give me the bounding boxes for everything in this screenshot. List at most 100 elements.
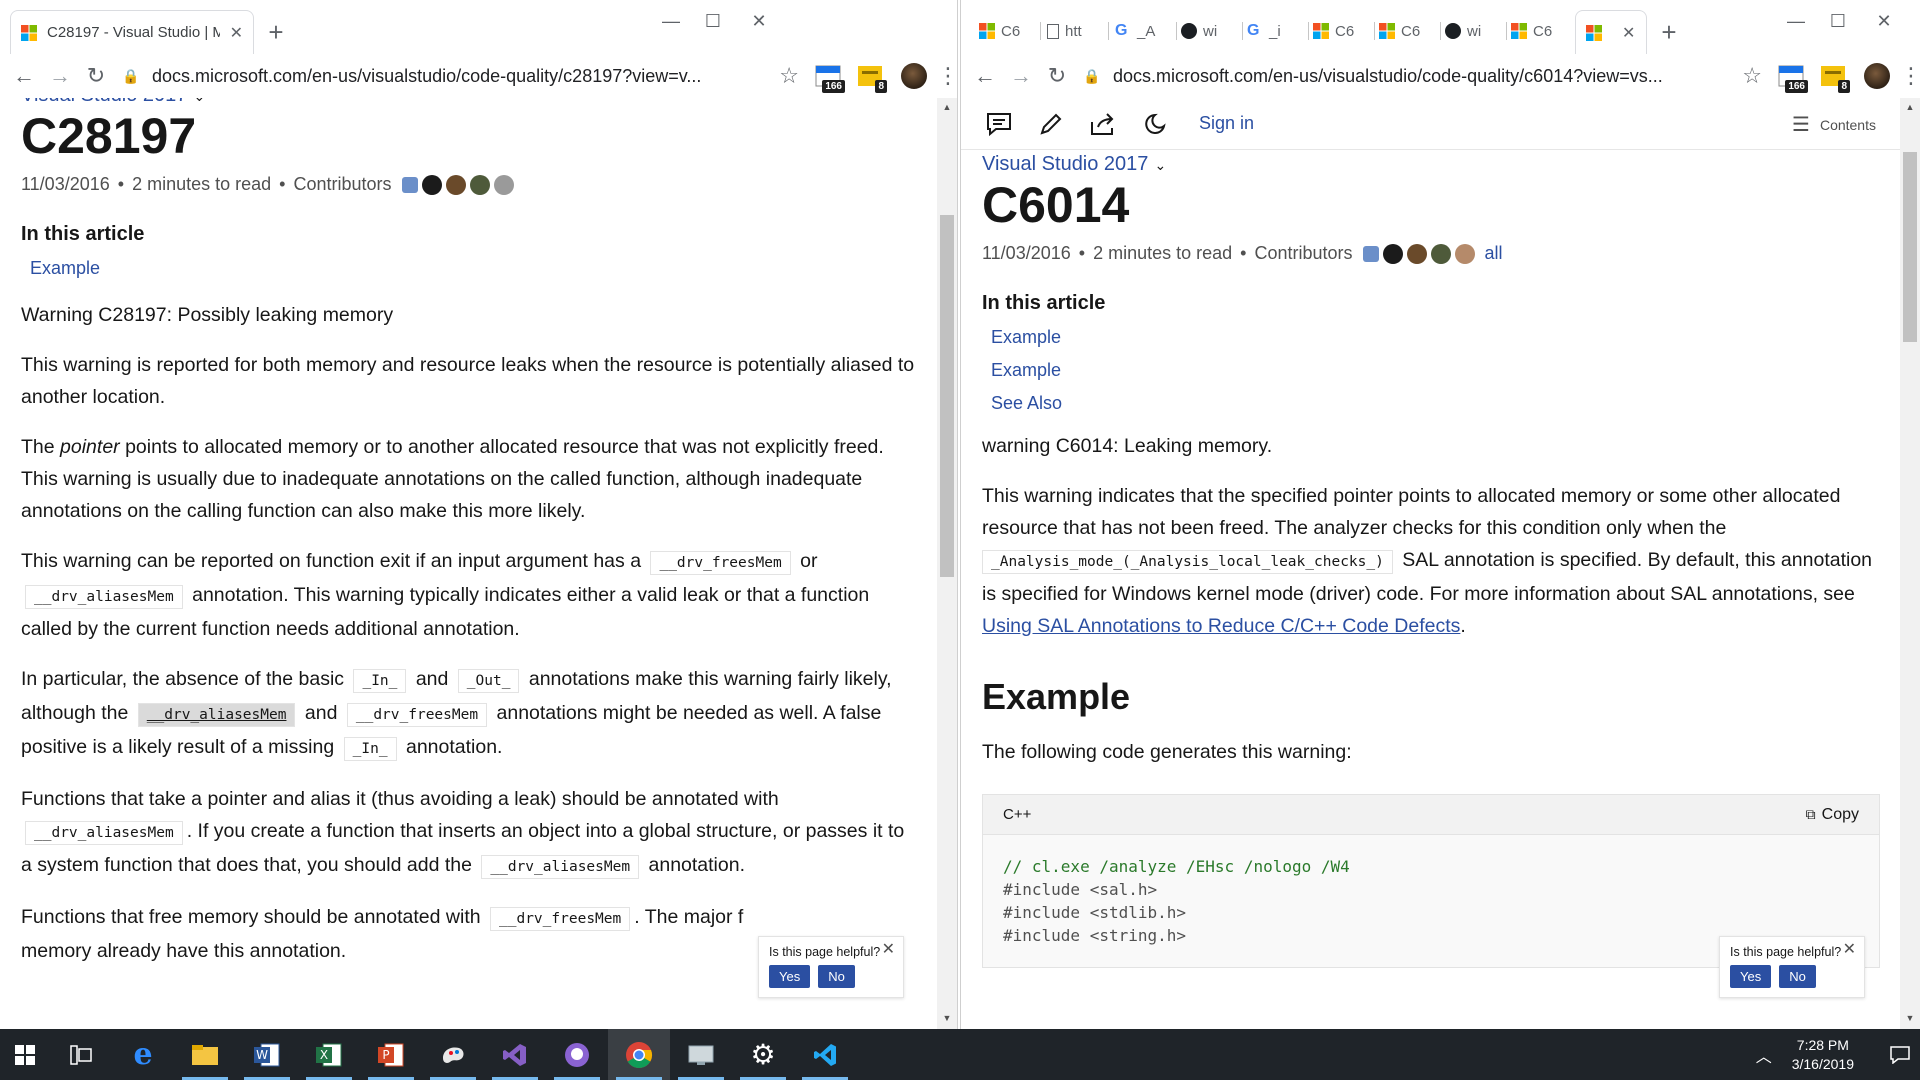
avatar[interactable] bbox=[1430, 243, 1451, 264]
excel-icon[interactable]: X bbox=[298, 1029, 360, 1080]
feedback-comment-icon[interactable] bbox=[983, 108, 1015, 140]
visual-studio-icon[interactable] bbox=[484, 1029, 546, 1080]
tab-1[interactable]: C6 bbox=[979, 16, 1041, 46]
sal-annotations-link[interactable]: Using SAL Annotations to Reduce C/C++ Co… bbox=[982, 615, 1460, 637]
toc-link-example[interactable]: Example bbox=[991, 327, 1880, 348]
product-selector[interactable]: Visual Studio 2017 ⌄ bbox=[21, 98, 917, 107]
close-window-button[interactable]: ✕ bbox=[736, 6, 782, 36]
bookmark-star-icon[interactable]: ☆ bbox=[779, 63, 799, 89]
clock[interactable]: 7:28 PM 3/16/2019 bbox=[1792, 1036, 1854, 1074]
edge-icon[interactable]: e bbox=[112, 1029, 174, 1080]
new-tab-button[interactable]: + bbox=[1653, 16, 1685, 48]
feedback-yes-button[interactable]: Yes bbox=[769, 965, 811, 988]
tab-9[interactable]: C6 bbox=[1511, 16, 1573, 46]
chrome-menu-icon[interactable]: ⋮ bbox=[1900, 63, 1920, 89]
minimize-button[interactable]: — bbox=[1773, 6, 1819, 36]
tab-6[interactable]: C6 bbox=[1313, 16, 1375, 46]
chevron-up-icon[interactable]: ︿ bbox=[1756, 1043, 1772, 1067]
word-icon[interactable]: W bbox=[236, 1029, 298, 1080]
scrollbar-thumb[interactable] bbox=[940, 215, 954, 577]
address-bar[interactable]: 🔒 docs.microsoft.com/en-us/visualstudio/… bbox=[1075, 58, 1770, 94]
close-tab-icon[interactable]: ✕ bbox=[1622, 23, 1635, 43]
settings-gear-icon[interactable]: ⚙ bbox=[732, 1029, 794, 1080]
notifications-icon[interactable] bbox=[1880, 1045, 1920, 1064]
toc-link-example-2[interactable]: Example bbox=[991, 360, 1880, 381]
avatar[interactable] bbox=[1362, 245, 1379, 262]
close-feedback-icon[interactable]: ✕ bbox=[1843, 939, 1856, 959]
minimize-button[interactable]: — bbox=[648, 6, 694, 36]
share-icon[interactable] bbox=[1087, 108, 1119, 140]
tab-7[interactable]: C6 bbox=[1379, 16, 1441, 46]
profile-avatar[interactable] bbox=[901, 63, 927, 89]
new-tab-button[interactable]: + bbox=[260, 16, 292, 48]
tab-2[interactable]: htt bbox=[1047, 16, 1109, 46]
scroll-up-arrow-icon[interactable]: ▲ bbox=[937, 102, 957, 116]
left-toolbar: ← → ↻ 🔒 docs.microsoft.com/en-us/visuals… bbox=[0, 56, 957, 96]
avatar[interactable] bbox=[1382, 243, 1403, 264]
avatar[interactable] bbox=[493, 174, 514, 195]
feedback-no-button[interactable]: No bbox=[1779, 965, 1816, 988]
tab-5[interactable]: G _i bbox=[1247, 16, 1309, 46]
text-span: This warning can be reported on function… bbox=[21, 550, 642, 572]
remote-desktop-icon[interactable] bbox=[670, 1029, 732, 1080]
close-feedback-icon[interactable]: ✕ bbox=[882, 939, 895, 959]
start-button[interactable] bbox=[0, 1029, 50, 1080]
notes-extension-icon[interactable]: 8 bbox=[1818, 61, 1850, 93]
paint-3d-icon[interactable] bbox=[422, 1029, 484, 1080]
tab-3[interactable]: G _A bbox=[1115, 16, 1177, 46]
calendar-extension-icon[interactable]: 166 bbox=[1776, 61, 1808, 93]
reload-icon[interactable]: ↻ bbox=[78, 58, 114, 94]
scroll-down-arrow-icon[interactable]: ▼ bbox=[937, 1013, 957, 1027]
toc-link-see-also[interactable]: See Also bbox=[991, 393, 1880, 414]
all-contributors-link[interactable]: all bbox=[1485, 243, 1503, 264]
profile-avatar[interactable] bbox=[1864, 63, 1890, 89]
close-window-button[interactable]: ✕ bbox=[1861, 6, 1907, 36]
scroll-up-arrow-icon[interactable]: ▲ bbox=[1900, 102, 1920, 116]
back-icon[interactable]: ← bbox=[6, 58, 42, 94]
calendar-extension-icon[interactable]: 166 bbox=[813, 61, 845, 93]
forward-icon[interactable]: → bbox=[1003, 58, 1039, 94]
maximize-button[interactable]: ☐ bbox=[690, 6, 736, 36]
scroll-down-arrow-icon[interactable]: ▼ bbox=[1900, 1013, 1920, 1027]
text-span: annotation. bbox=[405, 736, 503, 758]
address-bar[interactable]: 🔒 docs.microsoft.com/en-us/visualstudio/… bbox=[114, 58, 807, 94]
avatar[interactable] bbox=[421, 174, 442, 195]
tab-4[interactable]: wi bbox=[1181, 16, 1243, 46]
reload-icon[interactable]: ↻ bbox=[1039, 58, 1075, 94]
github-desktop-icon[interactable] bbox=[546, 1029, 608, 1080]
notes-extension-icon[interactable]: 8 bbox=[855, 61, 887, 93]
edit-pencil-icon[interactable] bbox=[1035, 108, 1067, 140]
left-scrollbar[interactable]: ▲ ▼ bbox=[937, 98, 957, 1029]
avatar[interactable] bbox=[469, 174, 490, 195]
product-selector[interactable]: Visual Studio 2017 ⌄ bbox=[982, 153, 1880, 176]
scrollbar-thumb[interactable] bbox=[1903, 152, 1917, 342]
avatar[interactable] bbox=[445, 174, 466, 195]
avatar[interactable] bbox=[401, 176, 418, 193]
close-tab-icon[interactable]: ✕ bbox=[230, 23, 243, 43]
copy-button[interactable]: ⧉ Copy bbox=[1806, 806, 1859, 824]
toc-link-example[interactable]: Example bbox=[30, 258, 917, 279]
avatar[interactable] bbox=[1454, 243, 1475, 264]
powerpoint-icon[interactable]: P bbox=[360, 1029, 422, 1080]
file-explorer-icon[interactable] bbox=[174, 1029, 236, 1080]
left-active-tab[interactable]: C28197 - Visual Studio | Microsoft ✕ bbox=[10, 10, 254, 54]
right-scrollbar[interactable]: ▲ ▼ bbox=[1900, 98, 1920, 1029]
feedback-no-button[interactable]: No bbox=[818, 965, 855, 988]
vs-code-icon[interactable] bbox=[794, 1029, 856, 1080]
feedback-yes-button[interactable]: Yes bbox=[1730, 965, 1772, 988]
sign-in-link[interactable]: Sign in bbox=[1199, 113, 1254, 134]
maximize-button[interactable]: ☐ bbox=[1815, 6, 1861, 36]
right-active-tab[interactable]: ✕ bbox=[1575, 10, 1647, 54]
chrome-icon[interactable] bbox=[608, 1029, 670, 1080]
page-icon bbox=[1047, 23, 1059, 39]
task-view-icon[interactable] bbox=[50, 1029, 112, 1080]
contents-button[interactable]: ☰ Contents bbox=[1792, 112, 1876, 137]
chrome-menu-icon[interactable]: ⋮ bbox=[937, 63, 957, 89]
back-icon[interactable]: ← bbox=[967, 58, 1003, 94]
avatar[interactable] bbox=[1406, 243, 1427, 264]
bookmark-star-icon[interactable]: ☆ bbox=[1742, 63, 1762, 89]
theme-moon-icon[interactable] bbox=[1139, 108, 1171, 140]
forward-icon[interactable]: → bbox=[42, 58, 78, 94]
inline-code: __drv_freesMem bbox=[650, 551, 791, 575]
tab-8[interactable]: wi bbox=[1445, 16, 1507, 46]
